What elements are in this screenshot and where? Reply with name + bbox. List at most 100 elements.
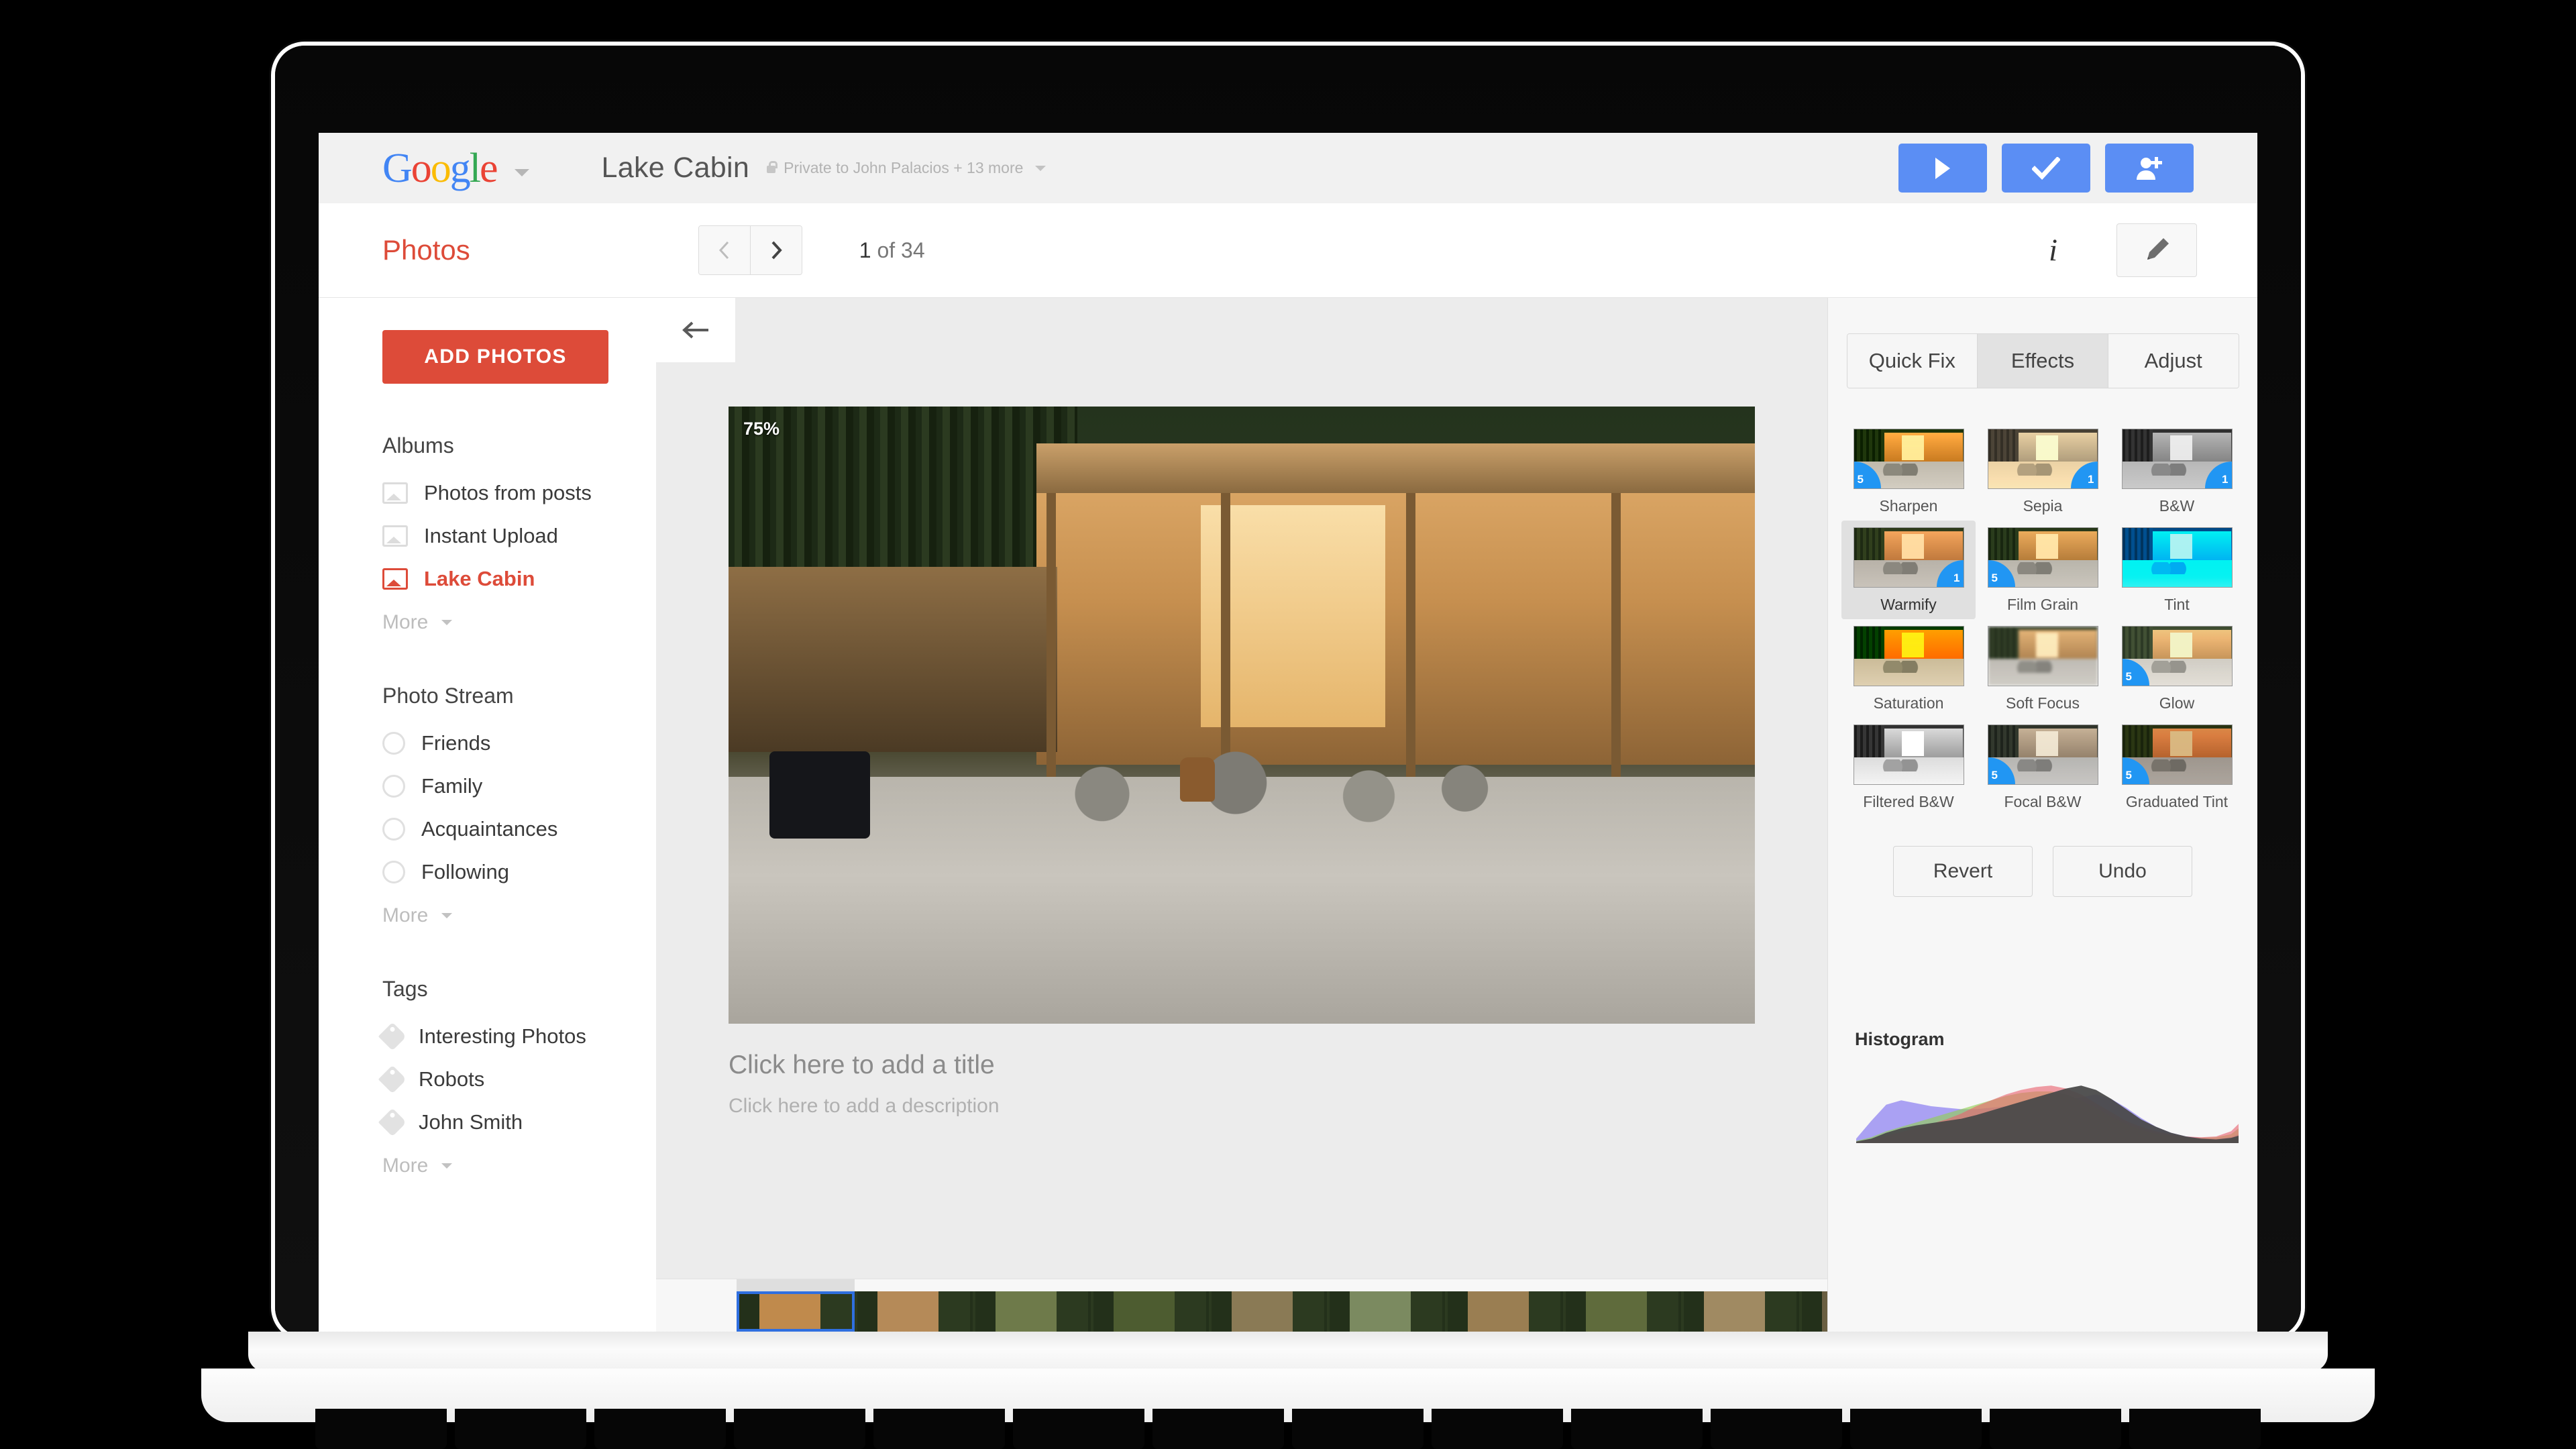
preview-layer xyxy=(2146,759,2196,771)
effect-label: Graduated Tint xyxy=(2126,793,2228,811)
effect-glow[interactable]: 5Glow xyxy=(2110,619,2244,718)
sidebar-item-robots[interactable]: Robots xyxy=(319,1058,656,1101)
google-logo[interactable]: Google xyxy=(382,148,497,189)
effect-sepia[interactable]: 1Sepia xyxy=(1976,422,2110,521)
sidebar-more-albums[interactable]: More xyxy=(319,600,656,634)
page-title[interactable]: Photos xyxy=(382,234,470,266)
photo-description-input[interactable]: Click here to add a description xyxy=(729,1095,1755,1118)
effect-thumbnail: 1 xyxy=(1854,527,1964,588)
preview-layer xyxy=(2146,661,2196,673)
keyboard-key xyxy=(2129,1409,2261,1449)
effect-thumbnail: 5 xyxy=(1854,429,1964,489)
done-button[interactable] xyxy=(2002,144,2090,193)
photo-counter-sep: of xyxy=(871,238,901,262)
effect-graduated-tint[interactable]: 5Graduated Tint xyxy=(2110,718,2244,816)
privacy-status[interactable]: Private to John Palacios + 13 more xyxy=(767,159,1046,177)
effect-label: Film Grain xyxy=(2007,596,2078,614)
filmstrip-item[interactable] xyxy=(1681,1279,1799,1332)
filmstrip-item[interactable] xyxy=(855,1279,973,1332)
preview-layer xyxy=(2036,633,2058,657)
filmstrip-thumbnail xyxy=(973,1291,1091,1332)
effect-filtered-b-w[interactable]: Filtered B&W xyxy=(1841,718,1976,816)
sidebar-item-photos-from-posts[interactable]: Photos from posts xyxy=(319,472,656,515)
sidebar-item-john-smith[interactable]: John Smith xyxy=(319,1101,656,1144)
sidebar-item-following[interactable]: Following xyxy=(319,851,656,894)
chevron-down-icon xyxy=(441,620,452,625)
sidebar-item-family[interactable]: Family xyxy=(319,765,656,808)
tab-quick-fix[interactable]: Quick Fix xyxy=(1847,334,1978,388)
slideshow-button[interactable] xyxy=(1898,144,1987,193)
sidebar-item-label: John Smith xyxy=(419,1110,523,1134)
info-icon[interactable]: i xyxy=(2049,232,2057,268)
filmstrip-item[interactable] xyxy=(1563,1279,1681,1332)
main-photo[interactable]: 75% xyxy=(729,407,1755,1024)
filmstrip-item[interactable] xyxy=(1209,1279,1327,1332)
preview-layer xyxy=(1854,627,1885,659)
sidebar-item-acquaintances[interactable]: Acquaintances xyxy=(319,808,656,851)
photo-title-input[interactable]: Click here to add a title xyxy=(729,1051,1755,1080)
sidebar-item-interesting-photos[interactable]: Interesting Photos xyxy=(319,1015,656,1058)
photo-layer-rocks xyxy=(996,727,1529,839)
effect-label: Soft Focus xyxy=(2006,694,2080,712)
effect-label: Focal B&W xyxy=(2004,793,2081,811)
effect-tint[interactable]: Tint xyxy=(2110,521,2244,619)
chevron-down-icon[interactable] xyxy=(515,169,529,176)
filmstrip-item[interactable] xyxy=(737,1279,855,1332)
sidebar-item-label: Family xyxy=(421,774,482,798)
filmstrip-item[interactable] xyxy=(1091,1279,1209,1332)
circle-icon xyxy=(382,818,405,841)
photo-counter-total: 34 xyxy=(901,238,925,262)
prev-photo-button[interactable] xyxy=(699,226,750,274)
preview-layer xyxy=(2146,562,2196,574)
undo-button[interactable]: Undo xyxy=(2053,846,2192,897)
effect-sharpen[interactable]: 5Sharpen xyxy=(1841,422,1976,521)
effect-soft-focus[interactable]: Soft Focus xyxy=(1976,619,2110,718)
photo-layer-post xyxy=(1611,493,1621,777)
effect-film-grain[interactable]: 5Film Grain xyxy=(1976,521,2110,619)
effect-focal-b-w[interactable]: 5 Focal B&W xyxy=(1976,718,2110,816)
effect-label: Warmify xyxy=(1880,596,1936,614)
filmstrip-item[interactable] xyxy=(1327,1279,1445,1332)
sidebar-more-photo-stream[interactable]: More xyxy=(319,894,656,927)
effect-thumbnail xyxy=(1854,626,1964,686)
keyboard-key xyxy=(1292,1409,1424,1449)
revert-button[interactable]: Revert xyxy=(1893,846,2033,897)
tab-effects[interactable]: Effects xyxy=(1977,334,2108,388)
add-people-button[interactable] xyxy=(2105,144,2194,193)
tab-adjust[interactable]: Adjust xyxy=(2108,334,2239,388)
photo-layer-van xyxy=(769,751,870,839)
effect-saturation[interactable]: Saturation xyxy=(1841,619,1976,718)
preview-layer xyxy=(2146,464,2196,476)
preview-layer xyxy=(2123,429,2153,462)
chevron-down-icon xyxy=(441,913,452,918)
keyboard-key xyxy=(873,1409,1005,1449)
effect-b-w[interactable]: 1B&W xyxy=(2110,422,2244,521)
keyboard-key xyxy=(1990,1409,2121,1449)
effect-warmify[interactable]: 1 Warmify xyxy=(1841,521,1976,619)
sidebar: ADD PHOTOS Albums Photos from posts Inst… xyxy=(319,298,656,1340)
sidebar-item-label: Friends xyxy=(421,731,490,755)
filmstrip-item[interactable] xyxy=(973,1279,1091,1332)
preview-layer xyxy=(1988,429,2019,462)
tag-icon xyxy=(378,1108,407,1136)
more-label: More xyxy=(382,611,428,634)
histogram-chart xyxy=(1856,1069,2239,1143)
sidebar-more-tags[interactable]: More xyxy=(319,1144,656,1177)
next-photo-button[interactable] xyxy=(750,226,802,274)
back-button[interactable] xyxy=(656,298,735,362)
edit-photo-button[interactable] xyxy=(2116,223,2197,277)
preview-layer xyxy=(2123,528,2153,561)
effect-preview-image xyxy=(2123,528,2232,587)
filmstrip-item[interactable] xyxy=(1445,1279,1563,1332)
sidebar-item-friends[interactable]: Friends xyxy=(319,722,656,765)
more-label: More xyxy=(382,904,428,927)
lock-icon xyxy=(767,166,775,173)
laptop-screen: Google Lake Cabin Private to John Palaci… xyxy=(319,133,2257,1340)
effect-thumbnail xyxy=(1854,724,1964,785)
sidebar-item-label: Photos from posts xyxy=(424,481,592,505)
add-photos-button[interactable]: ADD PHOTOS xyxy=(382,330,608,384)
effect-thumbnail: 5 xyxy=(1988,724,2098,785)
sidebar-item-instant-upload[interactable]: Instant Upload xyxy=(319,515,656,557)
preview-layer xyxy=(2012,562,2062,574)
sidebar-item-lake-cabin[interactable]: Lake Cabin xyxy=(319,557,656,600)
